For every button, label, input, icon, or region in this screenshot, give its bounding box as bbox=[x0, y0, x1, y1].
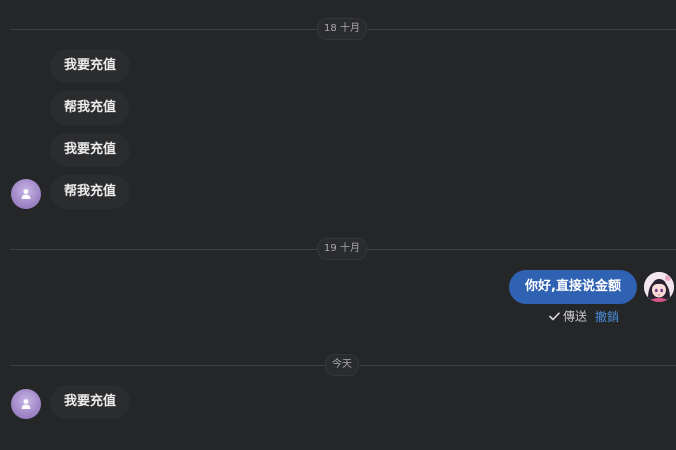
incoming-message[interactable]: 帮我充值 bbox=[50, 91, 131, 125]
incoming-message[interactable]: 我要充值 bbox=[50, 49, 131, 83]
message-status: 傳送 撤銷 bbox=[549, 308, 619, 324]
date-separator-19-october: 19 十月 bbox=[317, 238, 367, 260]
chat-view: 18 十月 我要充值 帮我充值 我要充值 帮我充值 19 十月 你好,直接说金额… bbox=[0, 0, 676, 450]
recall-link[interactable]: 撤銷 bbox=[595, 310, 619, 324]
date-separator-today: 今天 bbox=[325, 354, 359, 376]
incoming-message[interactable]: 帮我充值 bbox=[50, 175, 131, 209]
incoming-message[interactable]: 我要充值 bbox=[50, 385, 131, 419]
user-silhouette-icon bbox=[21, 189, 31, 199]
user-avatar[interactable] bbox=[11, 389, 41, 419]
check-icon bbox=[549, 312, 560, 321]
outgoing-message[interactable]: 你好,直接说金额 bbox=[509, 270, 637, 304]
date-separator-18-october: 18 十月 bbox=[317, 18, 367, 40]
user-silhouette-icon bbox=[21, 399, 31, 409]
agent-avatar[interactable] bbox=[644, 272, 674, 302]
incoming-message[interactable]: 我要充值 bbox=[50, 133, 131, 167]
sent-status-label: 傳送 bbox=[562, 309, 587, 324]
user-avatar[interactable] bbox=[11, 179, 41, 209]
anime-girl-avatar-icon bbox=[644, 272, 674, 302]
